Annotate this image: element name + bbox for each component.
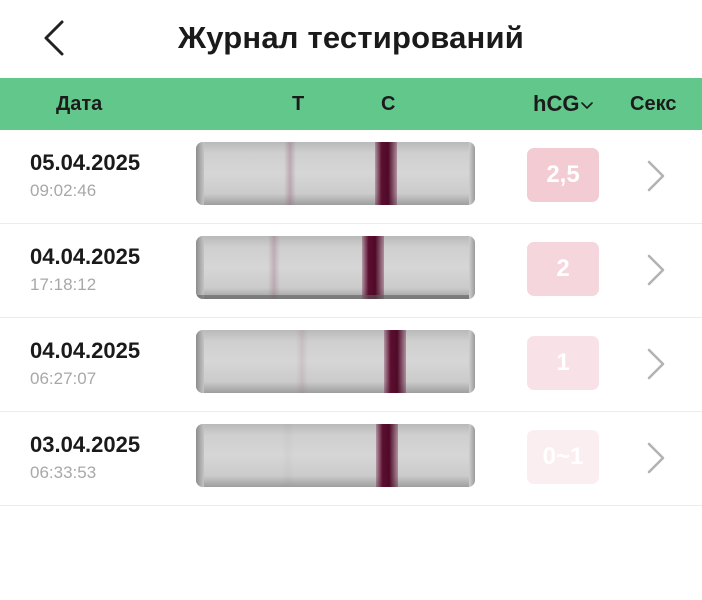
t-line xyxy=(282,424,294,487)
test-strip-image xyxy=(196,424,475,487)
column-header-hcg-label: hCG xyxy=(533,91,580,116)
hcg-level-badge: 0~1 xyxy=(527,430,599,484)
test-strip-image xyxy=(196,142,475,205)
t-line xyxy=(268,236,280,299)
column-header-hcg-sort[interactable]: hCG xyxy=(533,78,594,130)
hcg-level-badge: 2,5 xyxy=(527,148,599,202)
test-time: 17:18:12 xyxy=(30,275,97,294)
chevron-right-icon xyxy=(647,254,665,286)
test-row[interactable]: 04.04.2025 06:27:07 1 xyxy=(0,318,702,412)
column-header-date: Дата xyxy=(56,93,103,115)
top-bar: Журнал тестирований xyxy=(0,0,702,78)
chevron-right-icon xyxy=(647,348,665,380)
test-time: 09:02:46 xyxy=(30,181,97,200)
test-date: 04.04.2025 xyxy=(30,338,141,363)
column-header-t: T xyxy=(292,93,305,115)
test-list: 05.04.2025 09:02:46 2,5 04.04.2025 17:18… xyxy=(0,130,702,506)
chevron-down-icon xyxy=(581,102,594,109)
test-time: 06:27:07 xyxy=(30,369,97,388)
column-header-c: C xyxy=(381,93,396,115)
c-line xyxy=(362,236,384,299)
chevron-right-icon xyxy=(647,160,665,192)
test-date: 05.04.2025 xyxy=(30,150,141,175)
hcg-level-badge: 1 xyxy=(527,336,599,390)
test-row[interactable]: 05.04.2025 09:02:46 2,5 xyxy=(0,130,702,224)
column-header-sex: Секс xyxy=(630,93,677,115)
test-date: 04.04.2025 xyxy=(30,244,141,269)
test-strip-image xyxy=(196,330,475,393)
test-strip-image xyxy=(196,236,475,299)
chevron-right-icon xyxy=(647,442,665,474)
test-date: 03.04.2025 xyxy=(30,432,141,457)
t-line xyxy=(296,330,308,393)
page-title: Журнал тестирований xyxy=(178,20,524,55)
table-header: Дата T C hCG Секс xyxy=(0,78,702,130)
test-row[interactable]: 03.04.2025 06:33:53 0~1 xyxy=(0,412,702,506)
t-line xyxy=(284,142,296,205)
hcg-level-badge: 2 xyxy=(527,242,599,296)
c-line xyxy=(376,424,398,487)
test-row[interactable]: 04.04.2025 17:18:12 2 xyxy=(0,224,702,318)
c-line xyxy=(384,330,406,393)
c-line xyxy=(375,142,397,205)
test-time: 06:33:53 xyxy=(30,463,97,482)
